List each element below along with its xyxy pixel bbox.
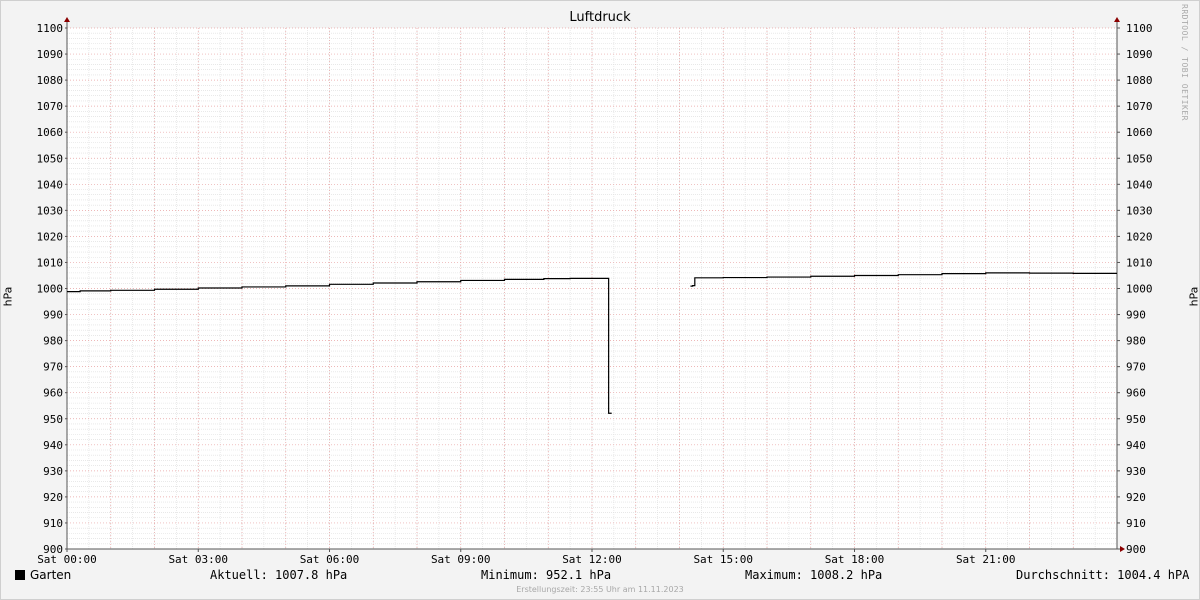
y-tick-label-right: 970 [1126, 361, 1146, 374]
x-axis-arrow [1120, 546, 1125, 552]
y-tick-labels-right: 900 910 920 930 940 950 960 970 980 990 1000 1010 10… [1117, 22, 1153, 556]
y-tick-label-right: 1010 [1126, 256, 1153, 269]
y-tick-label-left: 950 [43, 413, 63, 426]
y-tick-label-left: 1080 [37, 74, 64, 87]
y-tick-label-right: 1030 [1126, 204, 1153, 217]
x-tick-label: Sat 03:00 [168, 553, 228, 566]
legend-swatch [15, 570, 25, 580]
y-tick-label-right: 900 [1126, 543, 1146, 556]
legend-minimum: Minimum: 952.1 hPa [481, 568, 612, 582]
y-tick-label-left: 920 [43, 491, 63, 504]
legend: Garten Aktuell: 1007.8 hPa Minimum: 952.… [0, 568, 1200, 584]
y-tick-label-left: 1040 [37, 178, 64, 191]
y-tick-label-left: 1060 [37, 126, 64, 139]
chart-svg: 900 910 920 930 940 950 960 970 980 990 1000 1010 10… [37, 17, 1153, 566]
legend-maximum: Maximum: 1008.2 hPa [745, 568, 883, 582]
y-tick-label-right: 1000 [1126, 283, 1153, 296]
y-tick-label-right: 960 [1126, 387, 1146, 400]
x-tick-label: Sat 06:00 [300, 553, 360, 566]
y-tick-label-right: 1020 [1126, 230, 1153, 243]
x-tick-labels: Sat 00:00 Sat 03:00 Sat 06:00 Sat 09:00 Sat … [37, 549, 1016, 566]
y-axis-label-right: hPa [1187, 286, 1200, 307]
y-tick-label-left: 980 [43, 335, 63, 348]
y-tick-label-right: 1070 [1126, 100, 1153, 113]
footer-timestamp: Erstellungszeit: 23:55 Uhr am 11.11.2023 [516, 585, 684, 594]
y-tick-label-right: 1040 [1126, 178, 1153, 191]
y-tick-label-left: 990 [43, 309, 63, 322]
y-axis-label-left: hPa [1, 286, 15, 307]
y-tick-label-left: 960 [43, 387, 63, 400]
y-tick-label-right: 940 [1126, 439, 1146, 452]
y-tick-label-right: 1050 [1126, 152, 1153, 165]
watermark: RRDTOOL / TOBI OETIKER [1180, 4, 1189, 121]
y-tick-label-right: 910 [1126, 517, 1146, 530]
y-tick-label-right: 930 [1126, 465, 1146, 478]
x-tick-label: Sat 00:00 [37, 553, 97, 566]
y-tick-label-left: 910 [43, 517, 63, 530]
y-tick-label-left: 1000 [37, 283, 64, 296]
y-tick-label-left: 1050 [37, 152, 64, 165]
x-tick-label: Sat 09:00 [431, 553, 491, 566]
y-tick-label-right: 950 [1126, 413, 1146, 426]
y-tick-label-left: 1010 [37, 256, 64, 269]
y-tick-label-right: 1060 [1126, 126, 1153, 139]
y-tick-label-right: 1080 [1126, 74, 1153, 87]
y-tick-label-right: 980 [1126, 335, 1146, 348]
y-tick-label-left: 1090 [37, 48, 64, 61]
legend-average: Durchschnitt: 1004.4 hPA [1016, 568, 1190, 582]
y-tick-label-right: 920 [1126, 491, 1146, 504]
y-tick-labels-left: 9009109209309409509609709809901000101010… [37, 22, 67, 556]
y-tick-label-left: 940 [43, 439, 63, 452]
x-tick-label: Sat 21:00 [956, 553, 1016, 566]
y-tick-label-left: 1070 [37, 100, 64, 113]
y-tick-label-left: 970 [43, 361, 63, 374]
y-tick-label-right: 1090 [1126, 48, 1153, 61]
chart-title: Luftdruck [569, 10, 631, 25]
y-tick-label-right: 990 [1126, 309, 1146, 322]
x-tick-label: Sat 15:00 [693, 553, 753, 566]
x-tick-label: Sat 12:00 [562, 553, 622, 566]
legend-series-name: Garten [30, 568, 72, 582]
y-tick-label-left: 930 [43, 465, 63, 478]
x-tick-label: Sat 18:00 [825, 553, 885, 566]
y-tick-label-left: 1030 [37, 204, 64, 217]
y-tick-label-left: 1020 [37, 230, 64, 243]
legend-current: Aktuell: 1007.8 hPa [210, 568, 348, 582]
